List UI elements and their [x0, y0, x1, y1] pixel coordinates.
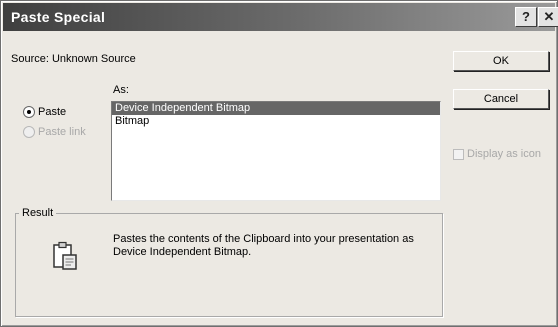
- window-title: Paste Special: [11, 9, 106, 25]
- display-as-icon-option: Display as icon: [453, 148, 541, 160]
- close-icon: ✕: [543, 9, 555, 24]
- close-button[interactable]: ✕: [538, 7, 558, 27]
- display-as-icon-label: Display as icon: [467, 148, 541, 160]
- result-group: [15, 213, 443, 317]
- title-bar[interactable]: Paste Special ? ✕: [3, 3, 558, 31]
- result-description: Pastes the contents of the Clipboard int…: [113, 233, 414, 258]
- list-item-device-independent-bitmap[interactable]: Device Independent Bitmap: [112, 102, 440, 115]
- clipboard-icon: [53, 241, 77, 270]
- paste-link-radio-label: Paste link: [38, 126, 86, 138]
- as-label: As:: [113, 84, 129, 96]
- help-icon: ?: [522, 9, 530, 24]
- paste-special-dialog: Paste Special ? ✕ Source: Unknown Source…: [0, 0, 558, 327]
- result-label: Result: [19, 207, 57, 219]
- cancel-button[interactable]: Cancel: [453, 89, 549, 109]
- paste-radio[interactable]: [23, 106, 35, 118]
- list-item-bitmap[interactable]: Bitmap: [112, 115, 440, 128]
- as-format-list[interactable]: Device Independent Bitmap Bitmap: [111, 101, 441, 201]
- ok-button[interactable]: OK: [453, 51, 549, 71]
- display-as-icon-checkbox: [453, 148, 464, 160]
- paste-radio-option[interactable]: Paste: [23, 106, 66, 118]
- help-button[interactable]: ?: [515, 7, 537, 27]
- paste-link-radio-option: Paste link: [23, 126, 86, 138]
- source-label: Source: Unknown Source: [11, 53, 136, 65]
- paste-radio-label: Paste: [38, 106, 67, 118]
- paste-link-radio: [23, 126, 35, 138]
